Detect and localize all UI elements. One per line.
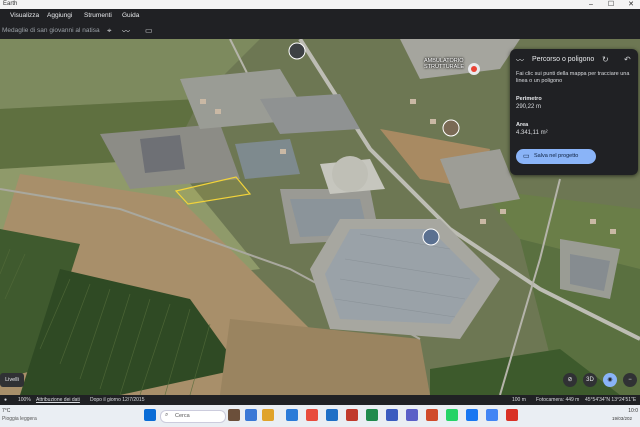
area-value: 4.341,11 m²: [516, 130, 548, 136]
close-icon[interactable]: ✕: [624, 0, 638, 9]
screenshot-icon[interactable]: ▭: [145, 26, 153, 35]
powerpoint-icon[interactable]: [346, 409, 358, 421]
camera-altitude: Fotocamera: 449 m: [536, 397, 580, 403]
undo-icon[interactable]: ↶: [624, 55, 631, 64]
panel-title: Percorso o poligono: [532, 56, 595, 63]
layers-button[interactable]: Livelli: [0, 373, 24, 387]
edge-icon[interactable]: [286, 409, 298, 421]
save-to-project-button[interactable]: ▭ Salva nel progetto: [516, 149, 596, 164]
perimeter-value: 290,22 m: [516, 104, 542, 110]
minimize-icon[interactable]: –: [584, 0, 598, 9]
clock[interactable]: 10:0: [618, 408, 638, 414]
loading-icon: ●: [4, 397, 8, 403]
date[interactable]: 19/03/202: [612, 416, 632, 421]
app-icon-2[interactable]: [426, 409, 438, 421]
coordinates: 45°54'34"N 13°24'51"E: [585, 397, 637, 403]
chrome-icon[interactable]: [306, 409, 318, 421]
imagery-date: Dopo il giorno 12/7/2015: [90, 397, 145, 403]
outlook-icon[interactable]: [386, 409, 398, 421]
zoom-out-icon[interactable]: −: [623, 373, 637, 387]
file-explorer-icon[interactable]: [262, 409, 274, 421]
window-title: Earth: [3, 1, 18, 7]
excel-icon[interactable]: [366, 409, 378, 421]
ruler-icon: 〰: [516, 56, 524, 65]
scale-bar: 100 m: [512, 397, 526, 403]
panel-description: Fai clic sui punti della mappa per tracc…: [516, 71, 630, 84]
menu-guida[interactable]: Guida: [122, 12, 139, 19]
perimeter-label: Perimetro: [516, 96, 542, 102]
search-bar: Medaglie di san giovanni al natisa ⌖ 〰 ▭: [0, 24, 640, 39]
task-view-icon[interactable]: [245, 409, 257, 421]
weather-temp[interactable]: 7°C: [2, 408, 10, 414]
taskbar-search[interactable]: ⌕ Cerca: [160, 410, 226, 423]
3d-toggle-button[interactable]: 3D: [583, 373, 597, 387]
start-icon[interactable]: [144, 409, 156, 421]
google-earth-icon[interactable]: [486, 409, 498, 421]
app-icon-3[interactable]: [506, 409, 518, 421]
weather-desc[interactable]: Pioggia leggera: [2, 416, 37, 422]
zoom-level: 100%: [18, 397, 31, 403]
search-icon: ⌕: [165, 412, 169, 418]
search-input[interactable]: Medaglie di san giovanni al natisa: [2, 27, 100, 34]
menu-visualizza[interactable]: Visualizza: [10, 12, 39, 19]
whatsapp-icon[interactable]: [446, 409, 458, 421]
location-pin-icon[interactable]: ⌖: [107, 26, 112, 36]
teams-icon[interactable]: [406, 409, 418, 421]
path-polygon-panel: 〰 Percorso o poligono ↻ ↶ Fai clic sui p…: [510, 49, 638, 175]
compass-icon[interactable]: ⊘: [563, 373, 577, 387]
place-label[interactable]: AMBULATORIO STRUTTURALE: [424, 58, 464, 70]
word-icon[interactable]: [326, 409, 338, 421]
reset-icon[interactable]: ↻: [602, 55, 609, 64]
window-title-bar: Earth – ☐ ✕: [0, 0, 640, 9]
attribution-link[interactable]: Attribuzione dei dati: [36, 397, 80, 403]
menu-aggiungi[interactable]: Aggiungi: [47, 12, 72, 19]
menu-bar: Visualizza Aggiungi Strumenti Guida: [0, 9, 640, 24]
maximize-icon[interactable]: ☐: [604, 0, 618, 9]
app-icon-1[interactable]: [228, 409, 240, 421]
menu-strumenti[interactable]: Strumenti: [84, 12, 112, 19]
bookmark-icon: ▭: [523, 153, 530, 160]
route-icon[interactable]: 〰: [122, 26, 130, 37]
taskbar: 7°C Pioggia leggera ⌕ Cerca 10:0 19/03/2…: [0, 405, 640, 427]
status-bar: ● 100% Attribuzione dei dati Dopo il gio…: [0, 395, 640, 405]
area-label: Area: [516, 122, 529, 128]
street-view-icon[interactable]: ◉: [603, 373, 617, 387]
facebook-icon[interactable]: [466, 409, 478, 421]
